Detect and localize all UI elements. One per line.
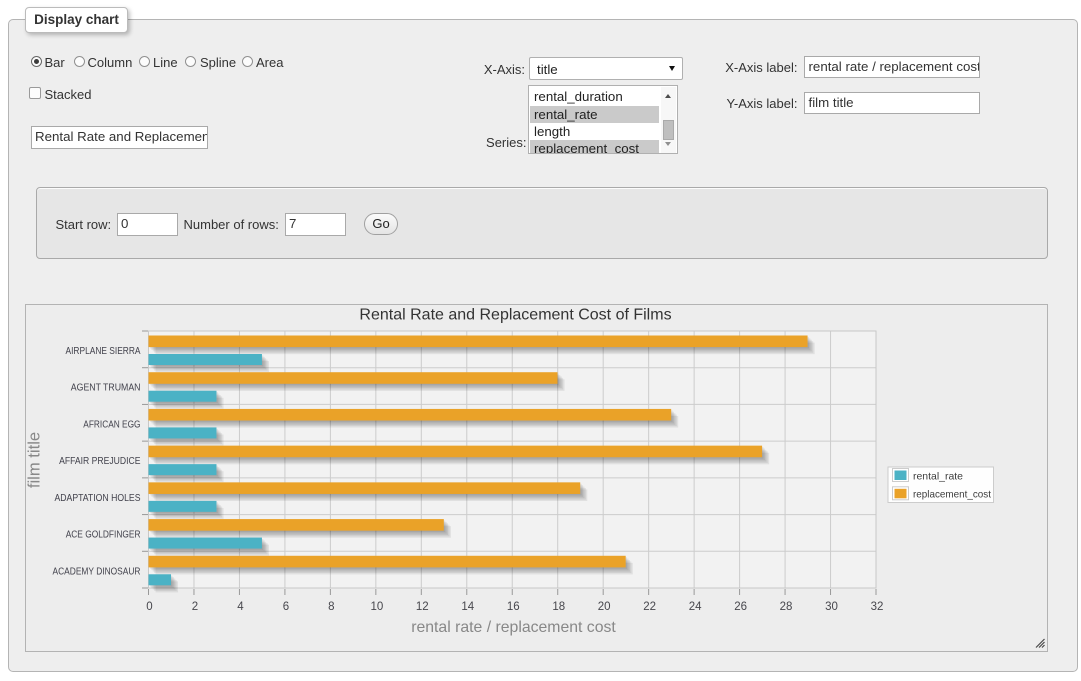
svg-text:10: 10 xyxy=(370,601,383,613)
svg-text:12: 12 xyxy=(416,601,429,613)
svg-text:replacement_cost: replacement_cost xyxy=(913,489,991,501)
svg-text:28: 28 xyxy=(780,601,793,613)
svg-text:AIRPLANE SIERRA: AIRPLANE SIERRA xyxy=(66,346,141,357)
svg-text:2: 2 xyxy=(192,601,198,613)
svg-text:0: 0 xyxy=(146,601,152,613)
svg-text:20: 20 xyxy=(598,601,611,613)
svg-text:14: 14 xyxy=(461,601,474,613)
svg-text:30: 30 xyxy=(825,601,838,613)
svg-text:ACE GOLDFINGER: ACE GOLDFINGER xyxy=(66,530,141,541)
svg-text:AFRICAN EGG: AFRICAN EGG xyxy=(83,419,140,430)
svg-text:rental_rate: rental_rate xyxy=(913,471,963,483)
svg-text:8: 8 xyxy=(328,601,334,613)
svg-text:AFFAIR PREJUDICE: AFFAIR PREJUDICE xyxy=(59,456,140,467)
svg-text:film title: film title xyxy=(26,432,44,488)
svg-text:26: 26 xyxy=(734,601,747,613)
svg-text:ACADEMY DINOSAUR: ACADEMY DINOSAUR xyxy=(53,566,141,577)
svg-text:18: 18 xyxy=(552,601,565,613)
svg-text:16: 16 xyxy=(507,601,520,613)
svg-text:24: 24 xyxy=(689,601,702,613)
svg-text:6: 6 xyxy=(283,601,289,613)
svg-text:ADAPTATION HOLES: ADAPTATION HOLES xyxy=(55,493,141,504)
svg-text:rental rate / replacement cost: rental rate / replacement cost xyxy=(411,619,616,636)
svg-text:4: 4 xyxy=(237,601,244,613)
svg-text:AGENT TRUMAN: AGENT TRUMAN xyxy=(71,383,141,394)
svg-text:22: 22 xyxy=(643,601,656,613)
svg-text:Rental Rate and Replacement Co: Rental Rate and Replacement Cost of Film… xyxy=(359,307,671,324)
svg-text:32: 32 xyxy=(871,601,884,613)
